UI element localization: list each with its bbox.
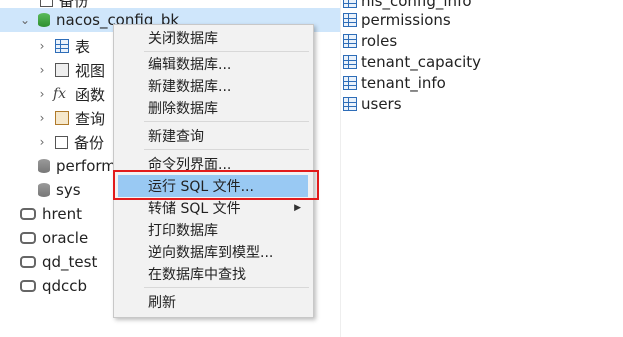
tree-item-tables[interactable]: › 表	[35, 34, 90, 58]
tree-item-conn-oracle[interactable]: oracle	[20, 226, 88, 250]
menu-item-dump-sql-file[interactable]: 转储 SQL 文件 ▶	[114, 197, 313, 219]
menu-item-label: 新建查询	[148, 129, 204, 145]
tree-item-label: qd_test	[42, 253, 98, 271]
query-icon	[55, 111, 69, 125]
table-icon	[343, 33, 357, 48]
table-item[interactable]: roles	[343, 30, 397, 51]
table-item[interactable]: tenant_capacity	[343, 51, 481, 72]
database-icon	[38, 13, 50, 27]
menu-separator	[144, 287, 309, 288]
menu-item-new-query[interactable]: 新建查询	[114, 125, 313, 147]
menu-item-label: 打印数据库	[148, 223, 218, 239]
menu-item-label: 新建数据库...	[148, 79, 232, 95]
table-name: permissions	[361, 10, 451, 29]
tree-item-db-perform[interactable]: perform	[38, 154, 116, 178]
table-icon	[343, 75, 357, 90]
table-name: tenant_capacity	[361, 52, 482, 71]
connection-icon	[20, 256, 36, 268]
tree-item-label: 视图	[75, 61, 106, 80]
chevron-right-icon[interactable]: ›	[35, 135, 49, 149]
menu-separator	[144, 121, 309, 122]
menu-separator	[144, 51, 309, 52]
menu-item-label: 转储 SQL 文件	[148, 201, 241, 217]
table-icon	[55, 39, 69, 53]
database-icon	[38, 159, 50, 173]
tree-item-label: hrent	[42, 205, 82, 223]
table-item[interactable]: users	[343, 93, 402, 114]
menu-item-reverse-to-model[interactable]: 逆向数据库到模型...	[114, 241, 313, 263]
menu-item-new-database[interactable]: 新建数据库...	[114, 75, 313, 97]
tree-item-label: 备份	[74, 133, 105, 152]
table-icon	[343, 0, 357, 8]
connection-icon	[20, 208, 36, 220]
database-icon	[38, 183, 50, 197]
chevron-down-icon[interactable]: ⌄	[18, 13, 32, 27]
menu-item-label: 逆向数据库到模型...	[148, 245, 274, 261]
table-icon	[343, 54, 357, 69]
table-item[interactable]: permissions	[343, 9, 451, 30]
chevron-right-icon[interactable]: ›	[35, 87, 49, 101]
menu-item-edit-database[interactable]: 编辑数据库...	[114, 53, 313, 75]
table-name: users	[361, 94, 402, 113]
tree-item-db-sys[interactable]: sys	[38, 178, 81, 202]
table-icon	[343, 12, 357, 27]
view-icon	[55, 63, 69, 77]
tree-item-queries[interactable]: › 查询	[35, 106, 105, 130]
backup-icon	[40, 0, 53, 7]
chevron-right-icon[interactable]: ›	[35, 39, 49, 53]
connection-icon	[20, 232, 36, 244]
tree-item-backups[interactable]: › 备份	[35, 130, 104, 154]
menu-item-close-database[interactable]: 关闭数据库	[114, 27, 313, 49]
menu-item-refresh[interactable]: 刷新	[114, 291, 313, 313]
menu-item-label: 在数据库中查找	[148, 267, 246, 283]
tree-item-label: 函数	[75, 85, 106, 104]
table-icon	[343, 96, 357, 111]
annotation-highlight-box	[113, 170, 319, 200]
panel-divider	[340, 0, 341, 337]
function-icon: fx	[53, 86, 67, 102]
tree-item-label: sys	[56, 181, 81, 199]
menu-item-label: 刷新	[148, 295, 176, 311]
tree-item-label: 查询	[75, 109, 106, 128]
submenu-arrow-icon: ▶	[294, 203, 301, 213]
menu-separator	[144, 149, 309, 150]
chevron-right-icon[interactable]: ›	[35, 63, 49, 77]
menu-item-print-database[interactable]: 打印数据库	[114, 219, 313, 241]
table-item[interactable]: tenant_info	[343, 72, 446, 93]
table-name: tenant_info	[361, 73, 446, 92]
tree-item-conn-qdccb[interactable]: qdccb	[20, 274, 87, 298]
tree-item-conn-hrent[interactable]: hrent	[20, 202, 82, 226]
menu-item-label: 关闭数据库	[148, 31, 218, 47]
tree-item-label: perform	[56, 157, 116, 175]
menu-item-label: 编辑数据库...	[148, 57, 232, 73]
menu-item-find-in-database[interactable]: 在数据库中查找	[114, 263, 313, 285]
tree-item-views[interactable]: › 视图	[35, 58, 105, 82]
chevron-right-icon[interactable]: ›	[35, 111, 49, 125]
backup-icon	[55, 135, 68, 149]
menu-item-label: 删除数据库	[148, 101, 218, 117]
tree-item-label: 表	[75, 37, 91, 56]
tree-item-functions[interactable]: › fx 函数	[35, 82, 105, 106]
tree-item-label: qdccb	[42, 277, 88, 295]
menu-item-delete-database[interactable]: 删除数据库	[114, 97, 313, 119]
tree-item-label: oracle	[42, 229, 89, 247]
tree-item-conn-qd-test[interactable]: qd_test	[20, 250, 97, 274]
connection-icon	[20, 280, 36, 292]
table-name: roles	[361, 31, 398, 50]
